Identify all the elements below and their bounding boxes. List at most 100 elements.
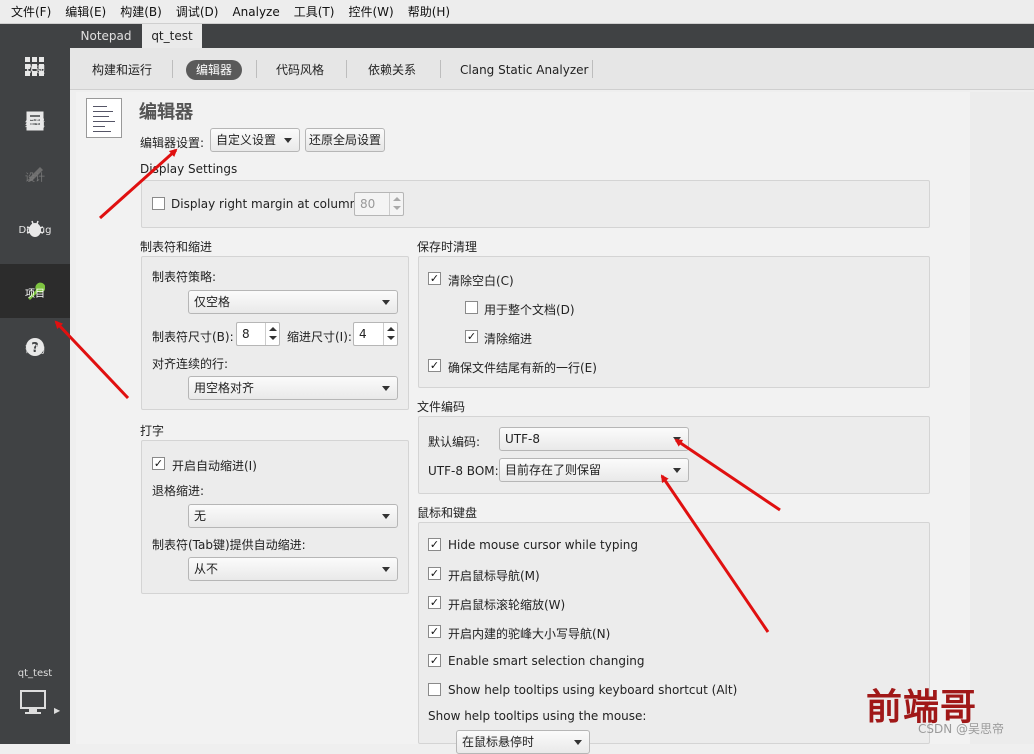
menu-bar: 文件(F) 编辑(E) 构建(B) 调试(D) Analyze 工具(T) 控件… <box>0 0 1034 24</box>
subtab-separator <box>256 60 257 78</box>
clean-indent-checkbox[interactable]: ✓ <box>465 330 478 343</box>
tooltip-mouse-combo[interactable]: 在鼠标悬停时 <box>456 730 590 754</box>
tab-key-value: 从不 <box>194 562 219 576</box>
indent-size-label: 缩进尺寸(I): <box>287 330 352 344</box>
subtab-separator <box>440 60 441 78</box>
tab-policy-combo[interactable]: 仅空格 <box>188 290 398 314</box>
align-label: 对齐连续的行: <box>152 357 229 371</box>
clean-whitespace-checkbox[interactable]: ✓ <box>428 272 441 285</box>
subtab-separator <box>592 60 593 78</box>
right-margin-checkbox[interactable] <box>152 197 165 210</box>
menu-build[interactable]: 构建(B) <box>113 0 169 24</box>
backspace-value: 无 <box>194 509 207 523</box>
tab-size-spinbox[interactable]: 8 <box>236 322 280 346</box>
right-margin-spinbox[interactable]: 80 <box>354 192 404 216</box>
default-encoding-value: UTF-8 <box>505 432 540 446</box>
clean-indent-label: 清除缩进 <box>484 332 533 346</box>
menu-file[interactable]: 文件(F) <box>4 0 58 24</box>
hide-cursor-label: Hide mouse cursor while typing <box>448 538 639 552</box>
menu-debug[interactable]: 调试(D) <box>169 0 226 24</box>
chevron-down-icon <box>673 468 681 473</box>
project-selector-label[interactable]: qt_test <box>0 668 70 679</box>
mode-projects-label: 项目 <box>25 289 45 300</box>
tab-size-value: 8 <box>242 327 250 341</box>
tabs-indent-title: 制表符和缩进 <box>140 240 213 254</box>
mode-design: 设计 <box>0 148 70 202</box>
mode-design-label: 设计 <box>25 173 45 184</box>
hide-cursor-checkbox[interactable]: ✓ <box>428 538 441 551</box>
bom-value: 目前存在了则保留 <box>505 463 602 477</box>
spin-arrows-icon <box>265 323 279 345</box>
entire-document-checkbox[interactable] <box>465 301 478 314</box>
backspace-combo[interactable]: 无 <box>188 504 398 528</box>
menu-widgets[interactable]: 控件(W) <box>341 0 400 24</box>
mouse-title: 鼠标和键盘 <box>417 506 478 520</box>
subtab-editor[interactable]: 编辑器 <box>186 60 243 80</box>
subtab-code-style[interactable]: 代码风格 <box>276 60 324 80</box>
ensure-newline-label: 确保文件结尾有新的一行(E) <box>448 361 597 375</box>
editor-settings-label: 编辑器设置: <box>140 136 205 150</box>
mode-help[interactable]: ? 帮助 <box>0 320 70 374</box>
tab-notepad[interactable]: Notepad <box>70 24 142 48</box>
tooltip-shortcut-label: Show help tooltips using keyboard shortc… <box>448 683 738 697</box>
wheel-zoom-checkbox[interactable]: ✓ <box>428 596 441 609</box>
tab-key-label: 制表符(Tab键)提供自动缩进: <box>152 538 306 552</box>
subtab-build-run[interactable]: 构建和运行 <box>92 60 152 80</box>
bom-combo[interactable]: 目前存在了则保留 <box>499 458 689 482</box>
ensure-newline-checkbox[interactable]: ✓ <box>428 359 441 372</box>
mode-debug[interactable]: Debug <box>0 202 70 256</box>
typing-title: 打字 <box>140 424 165 438</box>
subtab-clang-analyzer[interactable]: Clang Static Analyzer <box>460 60 588 80</box>
run-target-arrow-icon[interactable]: ▶ <box>54 706 60 715</box>
clean-whitespace-label: 清除空白(C) <box>448 274 514 288</box>
menu-edit[interactable]: 编辑(E) <box>58 0 113 24</box>
auto-indent-label: 开启自动缩进(I) <box>172 459 257 473</box>
subtab-dependencies[interactable]: 依赖关系 <box>368 60 416 80</box>
auto-indent-checkbox[interactable]: ✓ <box>152 457 165 470</box>
mode-projects[interactable]: 项目 <box>0 264 70 318</box>
tab-key-combo[interactable]: 从不 <box>188 557 398 581</box>
tab-size-label: 制表符尺寸(B): <box>152 330 234 344</box>
mode-edit[interactable]: 编辑 <box>0 94 70 148</box>
monitor-icon[interactable] <box>20 690 48 719</box>
tab-policy-value: 仅空格 <box>194 295 231 309</box>
subtab-separator <box>346 60 347 78</box>
smart-selection-checkbox[interactable]: ✓ <box>428 654 441 667</box>
page-title: 编辑器 <box>139 102 193 123</box>
watermark-credit: CSDN @吴思帝 <box>918 722 1005 736</box>
mouse-nav-label: 开启鼠标导航(M) <box>448 569 540 583</box>
subtab-separator <box>172 60 173 78</box>
encoding-title: 文件编码 <box>417 400 466 414</box>
mode-sidebar: 欢迎 编辑 设计 Debug 项目 ? 帮助 <box>0 24 70 744</box>
menu-tools[interactable]: 工具(T) <box>287 0 342 24</box>
entire-document-label: 用于整个文档(D) <box>484 303 575 317</box>
backspace-label: 退格缩进: <box>152 484 205 498</box>
mode-welcome[interactable]: 欢迎 <box>0 40 70 94</box>
align-combo[interactable]: 用空格对齐 <box>188 376 398 400</box>
editor-settings-combo[interactable]: 自定义设置 <box>210 128 300 152</box>
menu-analyze[interactable]: Analyze <box>225 0 286 24</box>
mode-edit-label: 编辑 <box>25 119 45 130</box>
cleanup-title: 保存时清理 <box>417 240 478 254</box>
tab-qt-test[interactable]: qt_test <box>142 24 202 48</box>
default-encoding-label: 默认编码: <box>428 435 481 449</box>
menu-help[interactable]: 帮助(H) <box>401 0 457 24</box>
chevron-down-icon <box>284 138 292 143</box>
camelcase-nav-checkbox[interactable]: ✓ <box>428 625 441 638</box>
project-settings-tabs: 构建和运行 编辑器 代码风格 依赖关系 Clang Static Analyze… <box>70 48 1034 90</box>
default-encoding-combo[interactable]: UTF-8 <box>499 427 689 451</box>
indent-size-spinbox[interactable]: 4 <box>353 322 398 346</box>
editor-settings-value: 自定义设置 <box>216 133 277 147</box>
display-settings-title: Display Settings <box>140 162 238 176</box>
align-value: 用空格对齐 <box>194 381 255 395</box>
right-margin-label: Display right margin at column: <box>171 197 362 211</box>
smart-selection-label: Enable smart selection changing <box>448 654 645 668</box>
chevron-down-icon <box>382 514 390 519</box>
right-margin-area <box>970 92 1034 744</box>
mouse-nav-checkbox[interactable]: ✓ <box>428 567 441 580</box>
indent-size-value: 4 <box>359 327 367 341</box>
restore-global-button[interactable]: 还原全局设置 <box>305 128 385 152</box>
tooltip-mouse-value: 在鼠标悬停时 <box>462 735 535 749</box>
chevron-down-icon <box>382 567 390 572</box>
tooltip-shortcut-checkbox[interactable] <box>428 683 441 696</box>
